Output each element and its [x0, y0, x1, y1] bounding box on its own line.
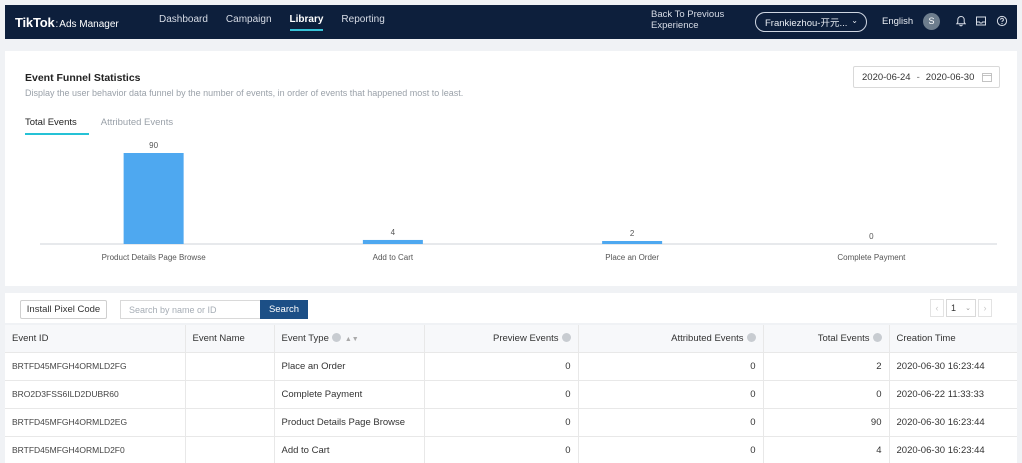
cell-creation-time: 2020-06-22 11:33:33: [889, 380, 1017, 409]
col-preview-events[interactable]: Preview Events: [424, 325, 579, 353]
cell-attributed-events: 0: [578, 408, 764, 437]
cell-event-name: [185, 408, 275, 437]
cell-event-name: [185, 352, 275, 381]
info-icon[interactable]: [331, 332, 341, 342]
brand-name: TikTok: [15, 14, 55, 30]
cell-event-id: BRTFD45MFGH4ORMLD2F0: [5, 436, 186, 463]
chart-bar[interactable]: [362, 239, 423, 244]
chart-category-label: Place an Order: [605, 253, 659, 262]
page-number: 1: [951, 303, 957, 313]
cell-preview-events: 0: [424, 408, 579, 437]
main-nav: Dashboard Campaign Library Reporting: [150, 5, 394, 39]
table-row[interactable]: BRTFD45MFGH4ORMLD2F0 Add to Cart 0 0 4 2…: [5, 436, 1017, 463]
info-icon[interactable]: [561, 332, 571, 342]
cell-event-type: Complete Payment: [274, 380, 425, 409]
cell-total-events: 2: [763, 352, 890, 381]
cell-event-type: Product Details Page Browse: [274, 408, 425, 437]
account-name: Frankiezhou-开元...: [765, 18, 848, 29]
cell-event-type: Place an Order: [274, 352, 425, 381]
table-header-row: Event ID Event Name Event Type ▲▼ Preview…: [5, 325, 1017, 353]
product-name: Ads Manager: [59, 18, 119, 30]
events-table: Event ID Event Name Event Type ▲▼ Preview…: [5, 325, 1017, 463]
sort-icon[interactable]: ▲▼: [345, 336, 359, 343]
chart-category-label: Complete Payment: [837, 253, 906, 262]
event-funnel-panel: Event Funnel Statistics Display the user…: [5, 51, 1017, 286]
bell-icon[interactable]: [955, 15, 967, 27]
cell-event-name: [185, 436, 275, 463]
cell-creation-time: 2020-06-30 16:23:44: [889, 436, 1017, 463]
account-selector[interactable]: Frankiezhou-开元... ⌄: [755, 12, 867, 32]
cell-event-name: [185, 380, 275, 409]
nav-reporting[interactable]: Reporting: [332, 5, 393, 39]
col-attributed-events[interactable]: Attributed Events: [578, 325, 764, 353]
cell-event-id: BRO2D3FSS6ILD2DUBR60: [5, 380, 186, 409]
next-page-icon[interactable]: ›: [978, 299, 992, 317]
info-icon[interactable]: [872, 332, 882, 342]
col-total-events[interactable]: Total Events: [763, 325, 890, 353]
back-to-previous-experience-link[interactable]: Back To Previous Experience: [651, 9, 741, 31]
chart-bar[interactable]: [123, 153, 184, 244]
pagination: ‹ 1 ⌄ ›: [930, 299, 992, 317]
nav-dashboard[interactable]: Dashboard: [150, 5, 217, 39]
chart-data-label: 4: [391, 228, 396, 237]
install-pixel-code-button[interactable]: Install Pixel Code: [20, 300, 107, 319]
col-creation-time[interactable]: Creation Time: [889, 325, 1017, 353]
top-nav-bar: TikTok : Ads Manager Dashboard Campaign …: [5, 5, 1017, 39]
tiktok-ads-logo[interactable]: TikTok : Ads Manager: [15, 15, 150, 30]
cell-total-events: 4: [763, 436, 890, 463]
avatar[interactable]: S: [923, 13, 940, 30]
cell-preview-events: 0: [424, 352, 579, 381]
cell-preview-events: 0: [424, 436, 579, 463]
info-icon[interactable]: [746, 332, 756, 342]
page-selector[interactable]: 1 ⌄: [946, 299, 976, 317]
cell-total-events: 90: [763, 408, 890, 437]
inbox-icon[interactable]: [975, 15, 987, 27]
table-row[interactable]: BRTFD45MFGH4ORMLD2FG Place an Order 0 0 …: [5, 352, 1017, 381]
help-icon[interactable]: [996, 15, 1008, 27]
funnel-bar-chart: 90 Product Details Page Browse 4 Add to Car…: [40, 141, 997, 262]
cell-event-id: BRTFD45MFGH4ORMLD2EG: [5, 408, 186, 437]
cell-total-events: 0: [763, 380, 890, 409]
chevron-down-icon: ⌄: [965, 305, 971, 312]
cell-attributed-events: 0: [578, 352, 764, 381]
cell-attributed-events: 0: [578, 380, 764, 409]
col-event-id[interactable]: Event ID: [5, 325, 186, 353]
table-row[interactable]: BRO2D3FSS6ILD2DUBR60 Complete Payment 0 …: [5, 380, 1017, 409]
col-event-type[interactable]: Event Type ▲▼: [274, 325, 425, 353]
chart-category-label: Product Details Page Browse: [102, 253, 207, 262]
search-button[interactable]: Search: [260, 300, 308, 319]
chevron-down-icon: ⌄: [851, 16, 858, 25]
chart-bar[interactable]: [602, 241, 663, 244]
brand-separator: :: [55, 18, 59, 30]
cell-creation-time: 2020-06-30 16:23:44: [889, 352, 1017, 381]
nav-campaign[interactable]: Campaign: [217, 5, 281, 39]
cell-event-type: Add to Cart: [274, 436, 425, 463]
col-event-name[interactable]: Event Name: [185, 325, 275, 353]
language-selector[interactable]: English: [882, 16, 913, 27]
cell-attributed-events: 0: [578, 436, 764, 463]
chart-data-label: 0: [869, 232, 874, 241]
chart-category-label: Add to Cart: [373, 253, 414, 262]
table-toolbar: Install Pixel Code Search ‹ 1 ⌄ ›: [5, 293, 1017, 323]
cell-creation-time: 2020-06-30 16:23:44: [889, 408, 1017, 437]
chart-data-label: 2: [630, 229, 635, 238]
table-row[interactable]: BRTFD45MFGH4ORMLD2EG Product Details Pag…: [5, 408, 1017, 437]
prev-page-icon[interactable]: ‹: [930, 299, 944, 317]
chart-data-label: 90: [149, 141, 158, 150]
search-input[interactable]: [120, 300, 260, 319]
nav-library[interactable]: Library: [281, 5, 333, 39]
cell-event-id: BRTFD45MFGH4ORMLD2FG: [5, 352, 186, 381]
cell-preview-events: 0: [424, 380, 579, 409]
